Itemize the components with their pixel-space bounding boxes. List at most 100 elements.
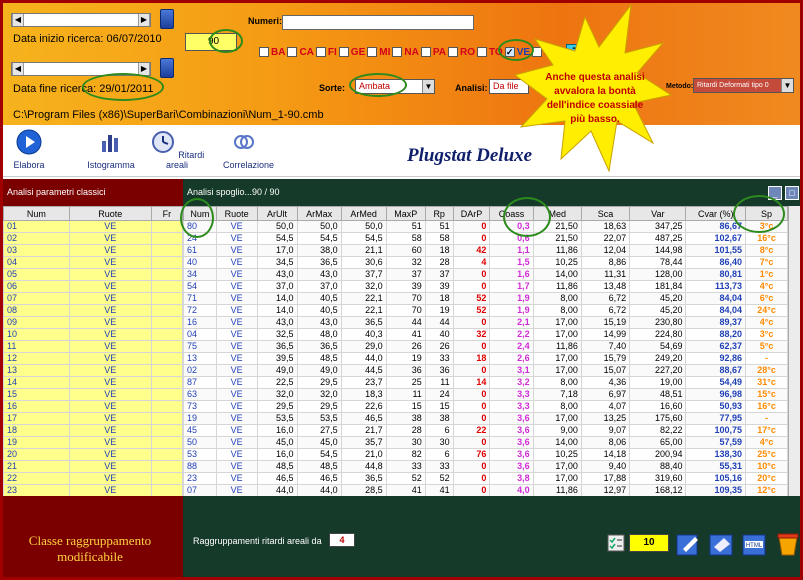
table-row[interactable]: 23 VE — [3, 484, 183, 496]
table-row[interactable]: 10 VE — [3, 328, 183, 341]
wheel-checkbox-ge[interactable]: GE — [338, 45, 365, 59]
table-row[interactable]: 15 VE — [3, 388, 183, 401]
table-row[interactable]: 72 VE 14,0 40,5 22,1 70 19 52 1,9 8,00 6,72 45,20 84… — [183, 304, 788, 317]
table-row[interactable]: 16 VE — [3, 400, 183, 413]
ritardi-areali-button[interactable]: Ritardi areali — [149, 129, 205, 170]
table-row[interactable]: 21 VE — [3, 460, 183, 473]
checkbox-icon[interactable] — [420, 47, 431, 57]
table-row[interactable]: 88 VE 48,5 48,5 44,8 33 33 0 3,6 17,00 9,40 88,40 55… — [183, 460, 788, 473]
table-row[interactable]: 04 VE 32,5 48,0 40,3 41 40 32 2,2 17,00 14,99 224,8… — [183, 328, 788, 341]
right-table-header: Num Ruote ArUlt ArMax ArMed MaxP Rp DArP Coass Me… — [183, 206, 788, 221]
wheel-checkbox-ro[interactable]: RO — [447, 45, 475, 59]
arrow-right-icon[interactable]: ▶ — [138, 14, 150, 26]
calendar-icon[interactable] — [160, 9, 174, 29]
table-row[interactable]: 03 VE — [3, 244, 183, 257]
table-row[interactable]: 04 VE — [3, 256, 183, 269]
cell-rp: 51 — [424, 220, 454, 233]
table-row[interactable]: 02 VE 49,0 49,0 44,5 36 36 0 3,1 17,00 15,07 227,20… — [183, 364, 788, 377]
wheel-checkbox-na[interactable]: NA — [392, 45, 419, 59]
table-row[interactable]: 61 VE 17,0 38,0 21,1 60 18 42 1,1 11,86 12,04 144,9… — [183, 244, 788, 257]
checkbox-icon[interactable] — [287, 47, 298, 57]
wheel-checkbox-ca[interactable]: CA — [287, 45, 314, 59]
date-start-slider[interactable]: ◀ ▶ — [11, 13, 151, 27]
table-row[interactable]: 12 VE — [3, 352, 183, 365]
arrow-left-icon[interactable]: ◀ — [12, 14, 24, 26]
cell-cvar: 57,59 — [685, 436, 747, 449]
istogramma-button[interactable]: Istogramma — [85, 129, 137, 170]
table-row[interactable]: 14 VE — [3, 376, 183, 389]
table-row[interactable]: 07 VE — [3, 292, 183, 305]
table-row[interactable]: 19 VE 53,5 53,5 46,5 38 38 0 3,6 17,00 13,25 175,60… — [183, 412, 788, 425]
trash-icon[interactable] — [774, 531, 802, 557]
wheel-checkbox-to[interactable]: TO — [476, 45, 503, 59]
sorte-select[interactable]: Ambata ▼ — [355, 79, 435, 94]
chevron-down-icon[interactable]: ▼ — [781, 79, 793, 92]
table-row[interactable]: 54 VE 37,0 37,0 32,0 39 39 0 1,7 11,86 13,48 181,84… — [183, 280, 788, 293]
chevron-down-icon[interactable]: ▼ — [422, 80, 434, 93]
cell-cvar: 84,04 — [685, 304, 747, 317]
checkbox-icon[interactable] — [259, 47, 269, 57]
elabora-button[interactable]: Elabora — [11, 129, 47, 170]
minimize-icon[interactable]: _ — [768, 186, 782, 200]
table-row[interactable]: 23 VE 46,5 46,5 36,5 52 52 0 3,8 17,00 17,88 319,60… — [183, 472, 788, 485]
wheel-checkbox-ba[interactable]: BA — [259, 45, 285, 59]
table-row[interactable]: 01 VE — [3, 220, 183, 233]
table-row[interactable]: 50 VE 45,0 45,0 35,7 30 30 0 3,6 14,00 8,06 65,00 57… — [183, 436, 788, 449]
cell-ruota: VE — [215, 400, 258, 413]
table-row[interactable]: 45 VE 16,0 27,5 21,7 28 6 22 3,6 9,00 9,07 82,22 100… — [183, 424, 788, 437]
arrow-left-icon[interactable]: ◀ — [12, 63, 24, 75]
date-end-slider[interactable]: ◀ ▶ — [11, 62, 151, 76]
vertical-scrollbar[interactable] — [788, 206, 800, 496]
numeri-input[interactable] — [282, 15, 474, 30]
checkbox-icon[interactable] — [476, 47, 487, 57]
num-count-input[interactable]: 90 — [185, 33, 237, 51]
table-row[interactable]: 75 VE 36,5 36,5 29,0 26 26 0 2,4 11,86 7,40 54,69 62… — [183, 340, 788, 353]
correlazione-button[interactable]: Correlazione — [223, 129, 274, 170]
table-row[interactable]: 07 VE 44,0 44,0 28,5 41 41 0 4,0 11,86 12,97 168,12… — [183, 484, 788, 496]
checkbox-icon[interactable] — [315, 47, 326, 57]
table-row[interactable]: 18 VE — [3, 424, 183, 437]
checkbox-icon[interactable] — [367, 47, 378, 57]
calendar-icon[interactable] — [160, 58, 174, 78]
table-row[interactable]: 73 VE 29,5 29,5 22,6 15 15 0 3,3 8,00 4,07 16,60 50,… — [183, 400, 788, 413]
html-icon[interactable]: HTML — [741, 531, 769, 557]
row-id: 05 — [3, 268, 70, 281]
table-row[interactable]: 87 VE 22,5 29,5 23,7 25 11 14 3,2 8,00 4,36 19,00 54… — [183, 376, 788, 389]
table-row[interactable]: 22 VE — [3, 472, 183, 485]
table-row[interactable]: 20 VE — [3, 448, 183, 461]
table-row[interactable]: 16 VE 43,0 43,0 36,5 44 44 0 2,1 17,00 15,19 230,80… — [183, 316, 788, 329]
table-row[interactable]: 02 VE — [3, 232, 183, 245]
checklist-icon[interactable] — [607, 534, 625, 552]
ragg-input[interactable]: 4 — [329, 533, 355, 547]
arrow-right-icon[interactable]: ▶ — [138, 63, 150, 75]
table-row[interactable]: 80 VE 50,0 50,0 50,0 51 51 0 0,3 21,50 18,63 347,25… — [183, 220, 788, 233]
cell-ruota: VE — [215, 268, 258, 281]
table-row[interactable]: 40 VE 34,5 36,5 30,6 32 28 4 1,5 10,25 8,86 78,44 86… — [183, 256, 788, 269]
table-row[interactable]: 17 VE — [3, 412, 183, 425]
table-row[interactable]: 63 VE 32,0 32,0 18,3 11 24 0 3,3 7,18 6,97 48,51 96,… — [183, 388, 788, 401]
wheel-checkbox-pa[interactable]: PA — [420, 45, 446, 59]
table-row[interactable]: 24 VE 54,5 54,5 54,5 58 58 0 0,6 21,50 22,07 487,25… — [183, 232, 788, 245]
wheel-checkbox-mi[interactable]: MI — [367, 45, 390, 59]
table-row[interactable]: 19 VE — [3, 436, 183, 449]
table-row[interactable]: 71 VE 14,0 40,5 22,1 70 18 52 1,9 8,00 6,72 45,20 84… — [183, 292, 788, 305]
table-row[interactable]: 06 VE — [3, 280, 183, 293]
table-row[interactable]: 34 VE 43,0 43,0 37,7 37 37 0 1,6 14,00 11,31 128,00… — [183, 268, 788, 281]
wheel-checkbox-fi[interactable]: FI — [315, 45, 337, 59]
metodo-select[interactable]: Ritardi Deformati tipo 0 ▼ — [693, 78, 794, 93]
table-row[interactable]: 11 VE — [3, 340, 183, 353]
count-display[interactable]: 10 — [629, 534, 669, 552]
table-row[interactable]: 05 VE — [3, 268, 183, 281]
table-row[interactable]: 13 VE — [3, 364, 183, 377]
table-row[interactable]: 53 VE 16,0 54,5 21,0 82 6 76 3,6 10,25 14,18 200,94… — [183, 448, 788, 461]
checkbox-icon[interactable] — [447, 47, 458, 57]
checkbox-icon[interactable] — [338, 47, 349, 57]
edit-icon[interactable] — [675, 531, 703, 557]
eraser-icon[interactable] — [708, 531, 736, 557]
checkbox-icon[interactable] — [392, 47, 403, 57]
table-row[interactable]: 09 VE — [3, 316, 183, 329]
cell-med: 17,00 — [532, 460, 582, 473]
maximize-icon[interactable]: □ — [785, 186, 799, 200]
table-row[interactable]: 08 VE — [3, 304, 183, 317]
table-row[interactable]: 13 VE 39,5 48,5 44,0 19 33 18 2,6 17,00 15,79 249,2… — [183, 352, 788, 365]
